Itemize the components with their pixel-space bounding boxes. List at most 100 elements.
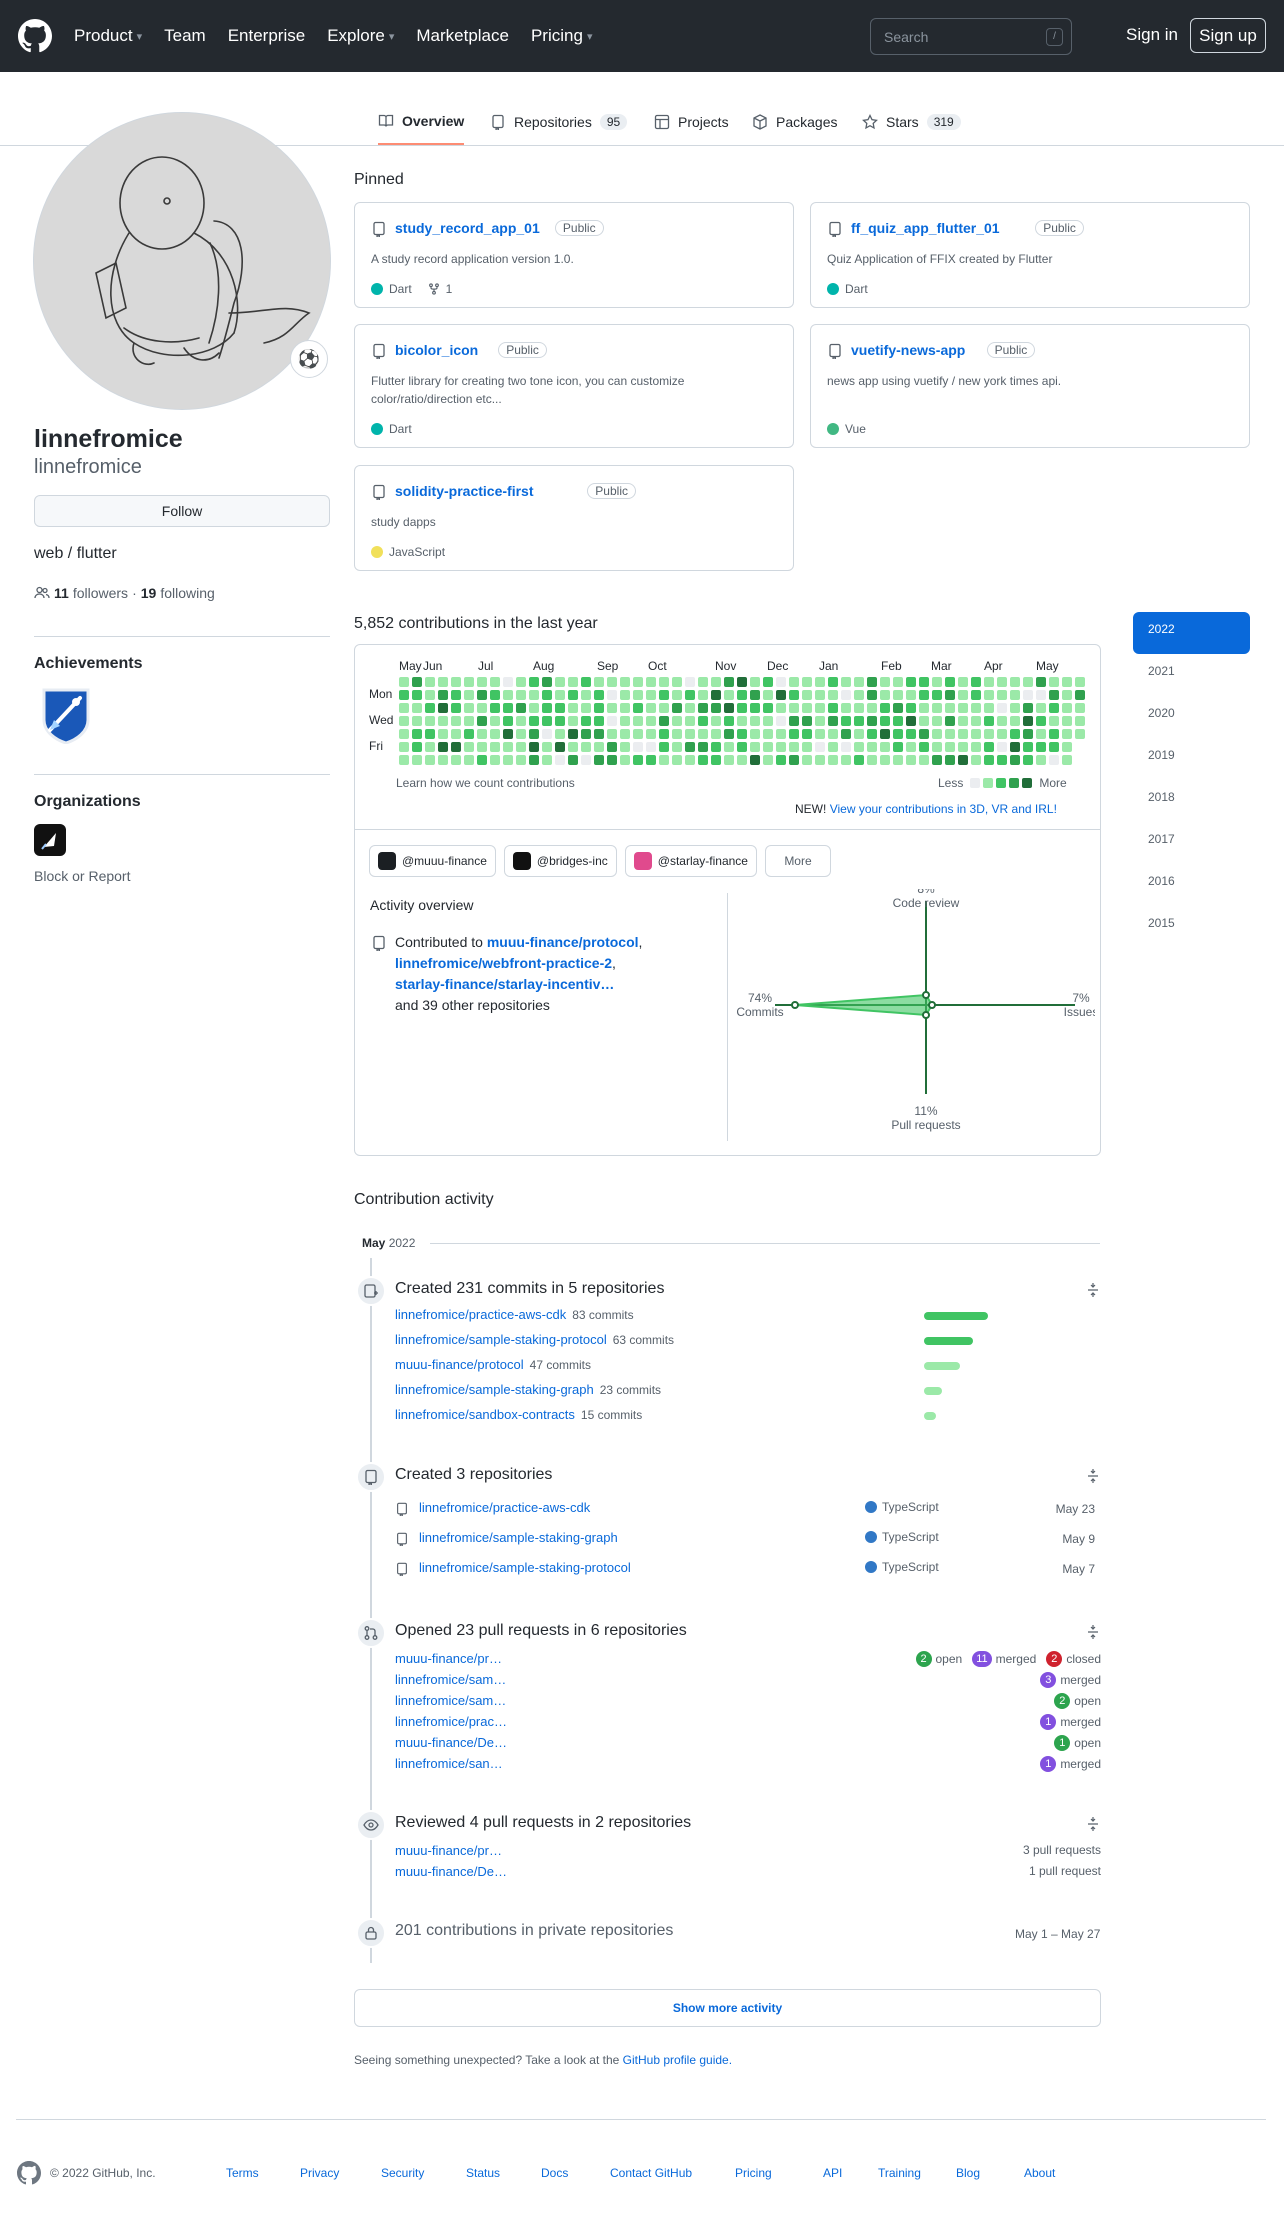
contribution-day-cell[interactable] [880,677,890,687]
contribution-day-cell[interactable] [516,729,526,739]
contribution-day-cell[interactable] [1010,742,1020,752]
contribution-day-cell[interactable] [828,716,838,726]
contribution-day-cell[interactable] [854,729,864,739]
contribution-day-cell[interactable] [490,755,500,765]
contribution-day-cell[interactable] [789,716,799,726]
contribution-day-cell[interactable] [425,729,435,739]
contribution-day-cell[interactable] [633,703,643,713]
contribution-day-cell[interactable] [815,716,825,726]
pr-repo-link[interactable]: linnefromice/prac… [395,1714,507,1729]
contribution-day-cell[interactable] [1062,755,1072,765]
contribution-day-cell[interactable] [451,716,461,726]
contribution-day-cell[interactable] [659,716,669,726]
contribution-day-cell[interactable] [581,703,591,713]
contributed-repo-link[interactable]: starlay-finance/starlay-incentiv… [395,976,614,992]
contribution-day-cell[interactable] [477,703,487,713]
contribution-day-cell[interactable] [399,716,409,726]
contribution-day-cell[interactable] [672,716,682,726]
show-more-activity-button[interactable]: Show more activity [354,1989,1101,2027]
pinned-repo-card[interactable]: bicolor_icon Public Flutter library for cr… [354,324,794,448]
contribution-day-cell[interactable] [997,703,1007,713]
contribution-day-cell[interactable] [685,742,695,752]
contribution-day-cell[interactable] [802,729,812,739]
contribution-day-cell[interactable] [828,703,838,713]
contribution-day-cell[interactable] [776,703,786,713]
contribution-day-cell[interactable] [464,742,474,752]
contribution-day-cell[interactable] [516,742,526,752]
commit-repo-link[interactable]: linnefromice/practice-aws-cdk [395,1307,566,1322]
contribution-day-cell[interactable] [646,677,656,687]
year-link-2017[interactable]: 2017 [1133,822,1250,864]
contribution-day-cell[interactable] [984,742,994,752]
contribution-day-cell[interactable] [997,716,1007,726]
contribution-day-cell[interactable] [568,677,578,687]
contribution-day-cell[interactable] [529,716,539,726]
contribution-day-cell[interactable] [503,742,513,752]
contribution-day-cell[interactable] [932,716,942,726]
commit-count[interactable]: 15 commits [581,1408,642,1422]
contribution-day-cell[interactable] [620,716,630,726]
contribution-day-cell[interactable] [464,677,474,687]
contribution-day-cell[interactable] [698,703,708,713]
contribution-day-cell[interactable] [399,677,409,687]
contribution-day-cell[interactable] [1049,716,1059,726]
footer-link-about[interactable]: About [1024,2166,1064,2180]
contribution-day-cell[interactable] [516,677,526,687]
contribution-day-cell[interactable] [906,703,916,713]
contribution-day-cell[interactable] [958,716,968,726]
contribution-day-cell[interactable] [646,690,656,700]
contribution-day-cell[interactable] [815,729,825,739]
contribution-day-cell[interactable] [880,690,890,700]
contribution-day-cell[interactable] [724,716,734,726]
contribution-day-cell[interactable] [620,742,630,752]
contribution-day-cell[interactable] [724,755,734,765]
contribution-day-cell[interactable] [919,690,929,700]
contribution-day-cell[interactable] [789,690,799,700]
commit-count[interactable]: 63 commits [613,1333,674,1347]
contribution-day-cell[interactable] [451,690,461,700]
footer-link-contact-github[interactable]: Contact GitHub [610,2166,735,2180]
contribution-day-cell[interactable] [880,716,890,726]
year-link-2016[interactable]: 2016 [1133,864,1250,906]
contribution-day-cell[interactable] [607,690,617,700]
contribution-day-cell[interactable] [737,690,747,700]
pinned-repo-name[interactable]: vuetify-news-app [851,342,965,358]
contribution-day-cell[interactable] [828,677,838,687]
contribution-day-cell[interactable] [1036,677,1046,687]
review-repo-link[interactable]: muuu-finance/De… [395,1864,507,1879]
contribution-day-cell[interactable] [750,742,760,752]
contribution-day-cell[interactable] [802,690,812,700]
contribution-day-cell[interactable] [555,755,565,765]
pinned-repo-name[interactable]: solidity-practice-first [395,483,533,499]
contribution-day-cell[interactable] [568,742,578,752]
contribution-day-cell[interactable] [542,677,552,687]
contribution-day-cell[interactable] [867,755,877,765]
contribution-day-cell[interactable] [737,677,747,687]
contribution-day-cell[interactable] [750,690,760,700]
contribution-day-cell[interactable] [711,729,721,739]
year-link-2018[interactable]: 2018 [1133,780,1250,822]
review-count[interactable]: 3 pull requests [1023,1843,1101,1857]
contribution-day-cell[interactable] [1023,690,1033,700]
fold-icon[interactable] [1085,1816,1101,1832]
contribution-day-cell[interactable] [659,742,669,752]
contribution-day-cell[interactable] [789,729,799,739]
contribution-day-cell[interactable] [555,690,565,700]
contribution-day-cell[interactable] [542,716,552,726]
contribution-day-cell[interactable] [893,690,903,700]
contribution-day-cell[interactable] [1010,677,1020,687]
contribution-day-cell[interactable] [425,742,435,752]
avatar[interactable] [33,112,331,410]
contribution-day-cell[interactable] [594,716,604,726]
contribution-day-cell[interactable] [412,742,422,752]
contribution-day-cell[interactable] [646,703,656,713]
contribution-day-cell[interactable] [906,690,916,700]
contribution-day-cell[interactable] [1010,716,1020,726]
contribution-day-cell[interactable] [711,716,721,726]
pinned-repo-name[interactable]: study_record_app_01 [395,220,540,236]
contribution-day-cell[interactable] [932,755,942,765]
contribution-day-cell[interactable] [659,677,669,687]
block-report-link[interactable]: Block or Report [34,868,130,884]
contribution-day-cell[interactable] [971,755,981,765]
contribution-day-cell[interactable] [1036,729,1046,739]
